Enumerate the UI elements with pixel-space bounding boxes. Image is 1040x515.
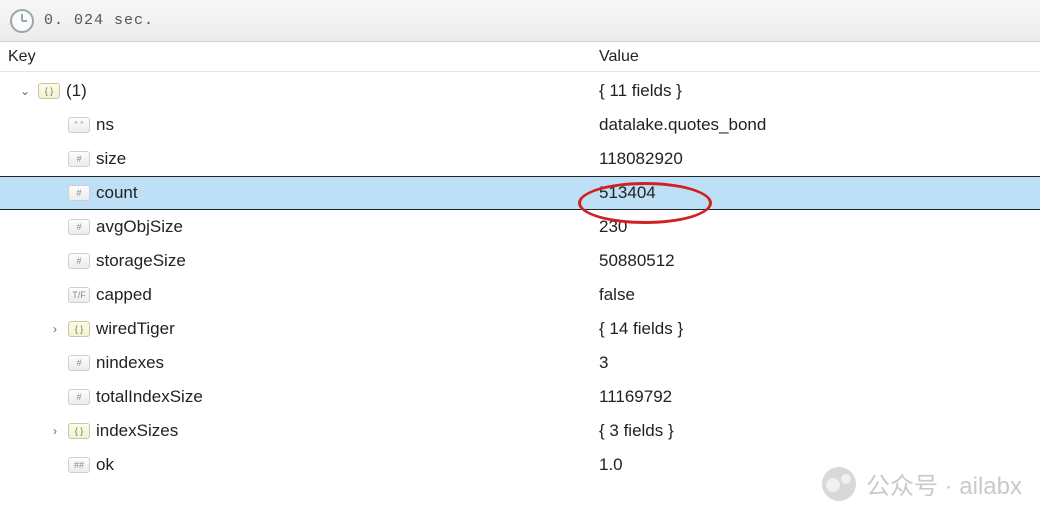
row-key: ok (96, 455, 114, 475)
status-toolbar: 0. 024 sec. (0, 0, 1040, 42)
row-key: storageSize (96, 251, 186, 271)
row-value: 513404 (595, 183, 1040, 203)
execution-time: 0. 024 sec. (44, 12, 154, 29)
chevron-right-icon[interactable]: › (48, 322, 62, 336)
num-type-icon: # (68, 219, 90, 235)
row-value: { 14 fields } (595, 319, 1040, 339)
row-key: (1) (66, 81, 87, 101)
tree-row[interactable]: # avgObjSize 230 (0, 210, 1040, 244)
columns-header: Key Value (0, 42, 1040, 72)
tree-row[interactable]: # storageSize 50880512 (0, 244, 1040, 278)
num-type-icon: # (68, 185, 90, 201)
row-key: ns (96, 115, 114, 135)
tree-row[interactable]: # nindexes 3 (0, 346, 1040, 380)
str-type-icon: " " (68, 117, 90, 133)
obj-type-icon: { } (68, 423, 90, 439)
bool-type-icon: T/F (68, 287, 90, 303)
clock-icon (10, 9, 34, 33)
tree-row[interactable]: # count 513404 (0, 176, 1040, 210)
row-value: 118082920 (595, 149, 1040, 169)
chevron-down-icon[interactable]: ⌄ (18, 84, 32, 98)
row-key: indexSizes (96, 421, 178, 441)
chevron-right-icon[interactable]: › (48, 424, 62, 438)
tree-row[interactable]: " " ns datalake.quotes_bond (0, 108, 1040, 142)
row-key: wiredTiger (96, 319, 175, 339)
num-type-icon: # (68, 253, 90, 269)
row-value: 3 (595, 353, 1040, 373)
row-key: count (96, 183, 138, 203)
row-value: 1.0 (595, 455, 1040, 475)
tree-row[interactable]: # size 118082920 (0, 142, 1040, 176)
row-value: { 11 fields } (595, 81, 1040, 101)
tree-row[interactable]: T/F capped false (0, 278, 1040, 312)
row-key: avgObjSize (96, 217, 183, 237)
tree-row[interactable]: › { } wiredTiger { 14 fields } (0, 312, 1040, 346)
tree-row[interactable]: ## ok 1.0 (0, 448, 1040, 482)
row-value: 50880512 (595, 251, 1040, 271)
num-type-icon: # (68, 355, 90, 371)
row-value: { 3 fields } (595, 421, 1040, 441)
obj-type-icon: { } (38, 83, 60, 99)
row-value: datalake.quotes_bond (595, 115, 1040, 135)
row-key: size (96, 149, 126, 169)
num-type-icon: # (68, 389, 90, 405)
row-value: 11169792 (595, 387, 1040, 407)
row-value: 230 (595, 217, 1040, 237)
row-key: nindexes (96, 353, 164, 373)
tree-row[interactable]: # totalIndexSize 11169792 (0, 380, 1040, 414)
tree-row[interactable]: › { } indexSizes { 3 fields } (0, 414, 1040, 448)
row-key: totalIndexSize (96, 387, 203, 407)
header-key[interactable]: Key (0, 48, 595, 66)
row-value: false (595, 285, 1040, 305)
row-key: capped (96, 285, 152, 305)
obj-type-icon: { } (68, 321, 90, 337)
num-type-icon: # (68, 151, 90, 167)
dbl-type-icon: ## (68, 457, 90, 473)
header-value[interactable]: Value (595, 48, 1040, 66)
tree-row[interactable]: ⌄ { } (1) { 11 fields } (0, 74, 1040, 108)
results-tree[interactable]: ⌄ { } (1) { 11 fields } " " ns datalake.quotes… (0, 72, 1040, 482)
